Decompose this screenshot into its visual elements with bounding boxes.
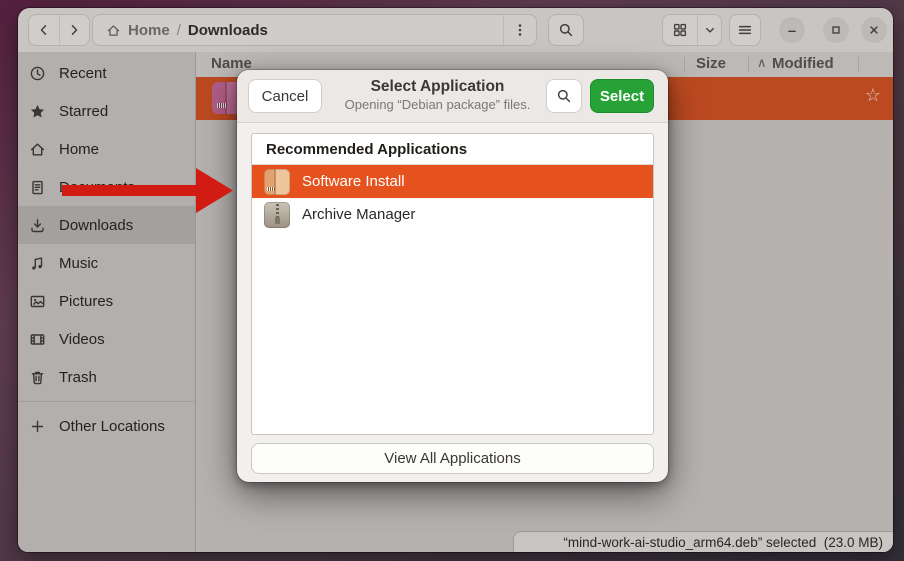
picture-icon xyxy=(29,293,46,310)
film-icon xyxy=(29,331,46,348)
hamburger-menu-icon xyxy=(737,22,753,38)
star-toggle-icon[interactable]: ☆ xyxy=(865,85,881,106)
kebab-menu-icon xyxy=(512,22,528,38)
sidebar-item-label: Trash xyxy=(59,369,97,386)
history-nav-group xyxy=(28,14,90,46)
sidebar-item-label: Music xyxy=(59,255,98,272)
sidebar-item-music[interactable]: Music xyxy=(18,244,195,282)
maximize-button[interactable] xyxy=(823,17,849,43)
sidebar-item-label: Other Locations xyxy=(59,418,165,435)
sidebar-item-pictures[interactable]: Pictures xyxy=(18,282,195,320)
column-header-modified[interactable]: Modified xyxy=(772,55,834,72)
sort-ascending-icon: ∧ xyxy=(757,55,767,71)
headerbar: Home / Downloads xyxy=(18,8,893,53)
dialog-title: Select Application xyxy=(337,77,538,97)
sidebar-item-recent[interactable]: Recent xyxy=(18,54,195,92)
plus-icon xyxy=(29,418,46,435)
document-icon xyxy=(29,179,46,196)
cancel-button[interactable]: Cancel xyxy=(248,79,322,113)
back-button[interactable] xyxy=(29,15,59,45)
close-icon xyxy=(867,23,881,37)
dialog-search-button[interactable] xyxy=(546,79,582,113)
sidebar-item-label: Home xyxy=(59,141,99,158)
column-header-size[interactable]: Size xyxy=(696,55,726,72)
column-divider xyxy=(684,57,685,72)
sidebar-item-trash[interactable]: Trash xyxy=(18,358,195,396)
software-install-icon xyxy=(264,169,290,195)
star-icon xyxy=(29,103,46,120)
desktop-background: Home / Downloads xyxy=(0,0,904,561)
breadcrumb-home[interactable]: Home xyxy=(128,22,170,39)
dialog-title-area: Select Application Opening “Debian packa… xyxy=(337,77,538,113)
breadcrumb-path: Home / Downloads xyxy=(93,22,503,39)
app-row-archive-manager[interactable]: Archive Manager xyxy=(252,198,653,231)
search-button[interactable] xyxy=(548,14,584,46)
sidebar-item-videos[interactable]: Videos xyxy=(18,320,195,358)
sidebar-item-label: Recent xyxy=(59,65,107,82)
path-options-button[interactable] xyxy=(503,15,536,45)
view-options-dropdown[interactable] xyxy=(697,15,721,45)
sidebar-item-other-locations[interactable]: Other Locations xyxy=(18,407,195,445)
recommended-section-header: Recommended Applications xyxy=(252,134,653,165)
minimize-button[interactable] xyxy=(779,17,805,43)
close-button[interactable] xyxy=(861,17,887,43)
sidebar-item-label: Starred xyxy=(59,103,108,120)
app-row-software-install[interactable]: Software Install xyxy=(252,165,653,198)
sidebar-item-label: Pictures xyxy=(59,293,113,310)
status-bar: “mind-work-ai-studio_arm64.deb” selected… xyxy=(513,531,893,552)
download-icon xyxy=(29,217,46,234)
archive-manager-icon xyxy=(264,202,290,228)
sidebar-item-starred[interactable]: Starred xyxy=(18,92,195,130)
chevron-down-icon xyxy=(703,23,717,37)
chevron-right-icon xyxy=(66,22,82,38)
selection-status-text: “mind-work-ai-studio_arm64.deb” selected… xyxy=(563,535,883,550)
trash-icon xyxy=(29,369,46,386)
sidebar-item-label: Downloads xyxy=(59,217,133,234)
maximize-icon xyxy=(829,23,843,37)
app-name: Archive Manager xyxy=(302,206,415,223)
clock-icon xyxy=(29,65,46,82)
sidebar-item-label: Videos xyxy=(59,331,105,348)
annotation-arrow xyxy=(58,163,236,218)
main-menu-button[interactable] xyxy=(729,14,761,46)
music-note-icon xyxy=(29,255,46,272)
search-icon xyxy=(556,88,572,104)
sidebar-separator xyxy=(18,401,195,402)
home-icon xyxy=(106,23,121,38)
view-all-applications-button[interactable]: View All Applications xyxy=(251,443,654,474)
column-divider xyxy=(748,57,749,72)
search-icon xyxy=(558,22,574,38)
application-list: Recommended Applications Software Instal… xyxy=(251,133,654,435)
breadcrumb-current[interactable]: Downloads xyxy=(188,22,268,39)
minimize-icon xyxy=(785,23,799,37)
dialog-headerbar: Cancel Select Application Opening “Debia… xyxy=(237,70,668,123)
grid-view-button[interactable] xyxy=(663,15,697,45)
breadcrumb[interactable]: Home / Downloads xyxy=(92,14,537,46)
forward-button[interactable] xyxy=(59,15,90,45)
app-name: Software Install xyxy=(302,173,405,190)
chevron-left-icon xyxy=(36,22,52,38)
select-application-dialog: Cancel Select Application Opening “Debia… xyxy=(237,70,668,482)
sidebar: Recent Starred Home Documents Downloads … xyxy=(18,52,196,552)
grid-view-icon xyxy=(672,22,688,38)
breadcrumb-separator: / xyxy=(177,22,181,39)
column-divider xyxy=(858,57,859,72)
select-button[interactable]: Select xyxy=(590,79,654,113)
view-toggle-split-button xyxy=(662,14,722,46)
home-icon xyxy=(29,141,46,158)
dialog-subtitle: Opening “Debian package” files. xyxy=(337,97,538,113)
